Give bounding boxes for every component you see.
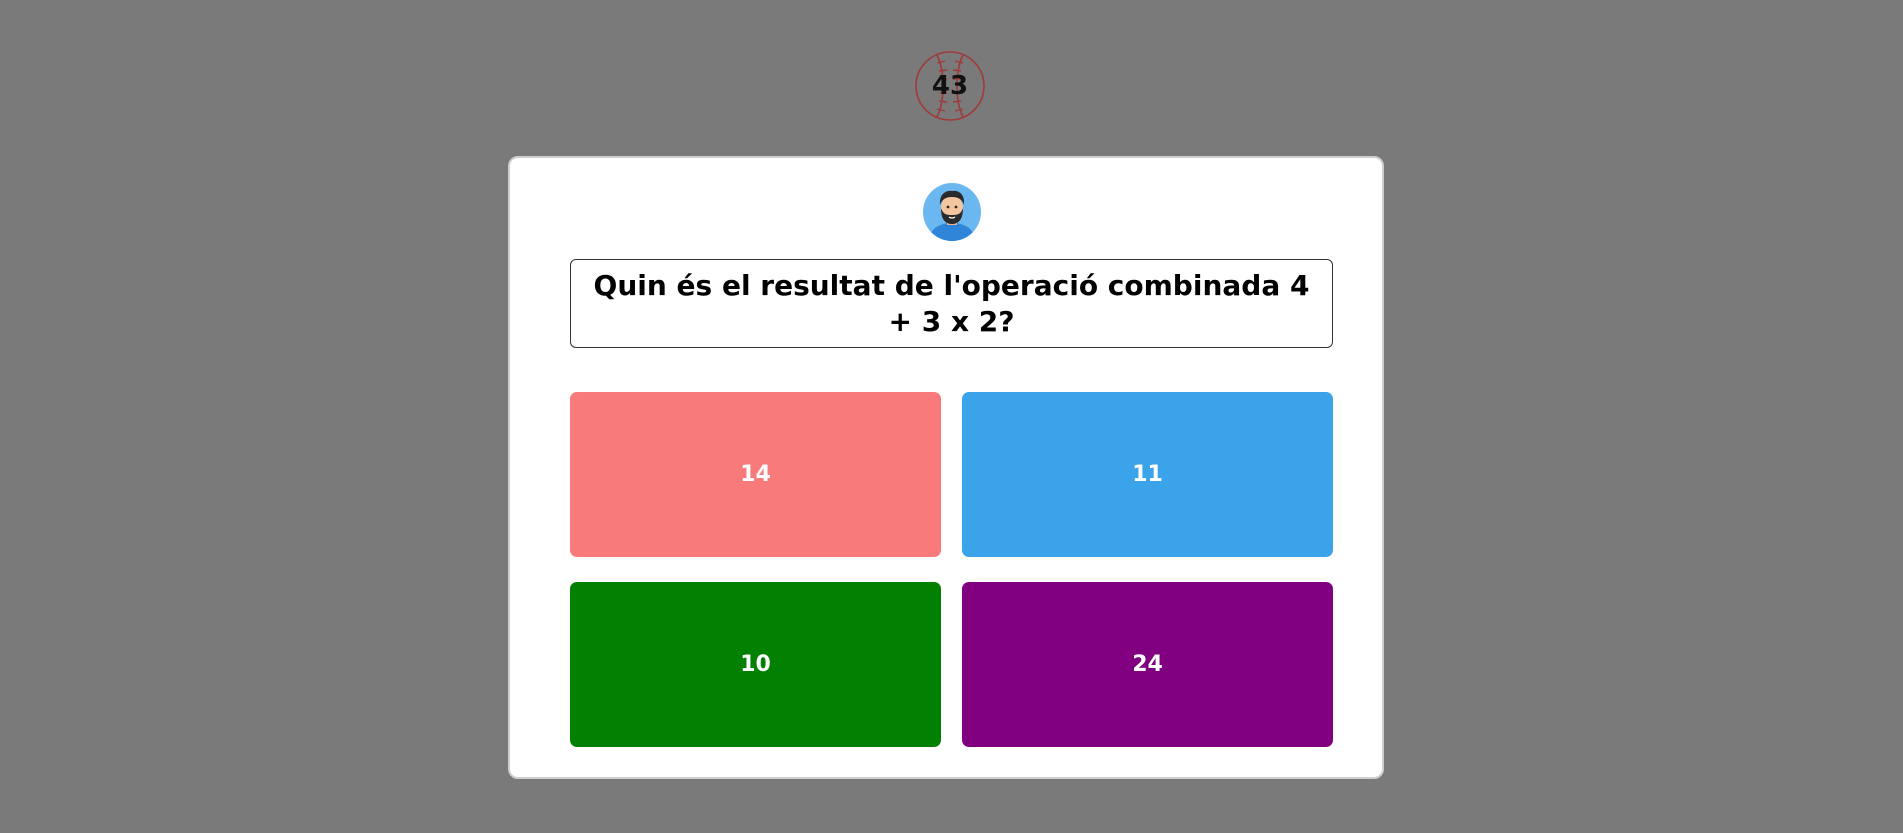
- answer-label: 10: [740, 652, 771, 677]
- timer-value: 43: [931, 71, 969, 101]
- question-card: Quin és el resultat de l'operació combin…: [508, 156, 1384, 779]
- answer-button-3[interactable]: 10: [570, 582, 941, 747]
- answer-label: 11: [1132, 462, 1163, 487]
- answer-label: 24: [1132, 652, 1163, 677]
- question-box: Quin és el resultat de l'operació combin…: [570, 259, 1333, 348]
- question-text: Quin és el resultat de l'operació combin…: [593, 268, 1310, 338]
- answer-button-1[interactable]: 14: [570, 392, 941, 557]
- answer-button-4[interactable]: 24: [962, 582, 1333, 747]
- answer-button-2[interactable]: 11: [962, 392, 1333, 557]
- bearded-man-avatar-icon: [923, 183, 981, 241]
- answer-label: 14: [740, 462, 771, 487]
- countdown-timer: 43: [915, 51, 985, 121]
